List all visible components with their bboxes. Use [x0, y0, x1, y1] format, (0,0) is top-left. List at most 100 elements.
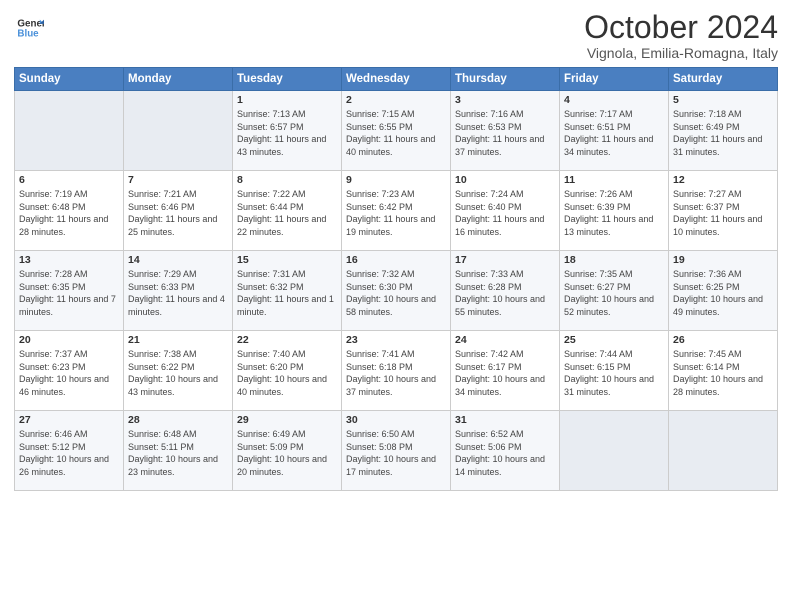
calendar-row-2: 6 Sunrise: 7:19 AM Sunset: 6:48 PM Daylig…: [15, 171, 778, 251]
calendar-cell: 19Sunrise: 7:36 AM Sunset: 6:25 PM Dayli…: [669, 251, 778, 331]
calendar-cell: 4Sunrise: 7:17 AM Sunset: 6:51 PM Daylig…: [560, 91, 669, 171]
calendar-cell: 18 Sunrise: 7:35 AM Sunset: 6:27 PM Dayli…: [560, 251, 669, 331]
calendar-cell: 28 Sunrise: 6:48 AM Sunset: 5:11 PM Dayli…: [124, 411, 233, 491]
day-number: 23: [346, 334, 446, 346]
day-number: 22: [237, 334, 337, 346]
day-number: 11: [564, 174, 664, 186]
day-number: 16: [346, 254, 446, 266]
calendar-cell: 20 Sunrise: 7:37 AM Sunset: 6:23 PM Dayli…: [15, 331, 124, 411]
day-info: Sunrise: 7:44 AM Sunset: 6:15 PM Dayligh…: [564, 348, 664, 398]
day-number: 7: [128, 174, 228, 186]
month-title: October 2024: [584, 10, 778, 45]
calendar-cell: 23 Sunrise: 7:41 AM Sunset: 6:18 PM Dayli…: [342, 331, 451, 411]
day-number: 29: [237, 414, 337, 426]
day-number: 13: [19, 254, 119, 266]
calendar-row-1: 1 Sunrise: 7:13 AM Sunset: 6:57 PM Daylig…: [15, 91, 778, 171]
day-info: Sunrise: 7:42 AM Sunset: 6:17 PM Dayligh…: [455, 348, 555, 398]
day-info: Sunrise: 7:26 AM Sunset: 6:39 PM Dayligh…: [564, 188, 664, 238]
day-info: Sunrise: 6:48 AM Sunset: 5:11 PM Dayligh…: [128, 428, 228, 478]
header-sunday: Sunday: [15, 68, 124, 91]
calendar-cell: 27 Sunrise: 6:46 AM Sunset: 5:12 PM Dayli…: [15, 411, 124, 491]
day-info: Sunrise: 7:33 AM Sunset: 6:28 PM Dayligh…: [455, 268, 555, 318]
title-block: October 2024 Vignola, Emilia-Romagna, It…: [584, 10, 778, 61]
calendar-cell: 16 Sunrise: 7:32 AM Sunset: 6:30 PM Dayli…: [342, 251, 451, 331]
calendar-cell: 26 Sunrise: 7:45 AM Sunset: 6:14 PM Dayli…: [669, 331, 778, 411]
day-info: Sunrise: 7:18 AM Sunset: 6:49 PM Dayligh…: [673, 108, 773, 158]
day-number: 1: [237, 94, 337, 106]
calendar-cell: 15 Sunrise: 7:31 AM Sunset: 6:32 PM Dayli…: [233, 251, 342, 331]
calendar-cell: 13 Sunrise: 7:28 AM Sunset: 6:35 PM Dayli…: [15, 251, 124, 331]
header-thursday: Thursday: [451, 68, 560, 91]
day-info: Sunrise: 7:40 AM Sunset: 6:20 PM Dayligh…: [237, 348, 337, 398]
day-info: Sunrise: 7:16 AM Sunset: 6:53 PM Dayligh…: [455, 108, 555, 158]
day-info: Sunrise: 6:52 AM Sunset: 5:06 PM Dayligh…: [455, 428, 555, 478]
header-tuesday: Tuesday: [233, 68, 342, 91]
day-number: 17: [455, 254, 555, 266]
location: Vignola, Emilia-Romagna, Italy: [584, 45, 778, 61]
day-number: 15: [237, 254, 337, 266]
calendar-cell: 2 Sunrise: 7:15 AM Sunset: 6:55 PM Daylig…: [342, 91, 451, 171]
day-info: Sunrise: 7:24 AM Sunset: 6:40 PM Dayligh…: [455, 188, 555, 238]
calendar-cell: [15, 91, 124, 171]
calendar-row-3: 13 Sunrise: 7:28 AM Sunset: 6:35 PM Dayli…: [15, 251, 778, 331]
day-number: 20: [19, 334, 119, 346]
day-number: 8: [237, 174, 337, 186]
day-info: Sunrise: 7:37 AM Sunset: 6:23 PM Dayligh…: [19, 348, 119, 398]
day-info: Sunrise: 7:13 AM Sunset: 6:57 PM Dayligh…: [237, 108, 337, 158]
calendar-cell: 25 Sunrise: 7:44 AM Sunset: 6:15 PM Dayli…: [560, 331, 669, 411]
day-number: 26: [673, 334, 773, 346]
day-info: Sunrise: 7:23 AM Sunset: 6:42 PM Dayligh…: [346, 188, 446, 238]
calendar-cell: 6 Sunrise: 7:19 AM Sunset: 6:48 PM Daylig…: [15, 171, 124, 251]
header: General Blue October 2024 Vignola, Emili…: [14, 10, 778, 61]
calendar-cell: 22 Sunrise: 7:40 AM Sunset: 6:20 PM Dayli…: [233, 331, 342, 411]
day-info: Sunrise: 6:49 AM Sunset: 5:09 PM Dayligh…: [237, 428, 337, 478]
day-info: Sunrise: 7:19 AM Sunset: 6:48 PM Dayligh…: [19, 188, 119, 238]
calendar-cell: 29 Sunrise: 6:49 AM Sunset: 5:09 PM Dayli…: [233, 411, 342, 491]
day-info: Sunrise: 6:50 AM Sunset: 5:08 PM Dayligh…: [346, 428, 446, 478]
day-number: 28: [128, 414, 228, 426]
logo: General Blue: [14, 14, 44, 42]
day-number: 6: [19, 174, 119, 186]
header-saturday: Saturday: [669, 68, 778, 91]
day-number: 12: [673, 174, 773, 186]
day-number: 25: [564, 334, 664, 346]
calendar-cell: 9 Sunrise: 7:23 AM Sunset: 6:42 PM Daylig…: [342, 171, 451, 251]
day-info: Sunrise: 7:15 AM Sunset: 6:55 PM Dayligh…: [346, 108, 446, 158]
calendar-row-5: 27 Sunrise: 6:46 AM Sunset: 5:12 PM Dayli…: [15, 411, 778, 491]
calendar-table: Sunday Monday Tuesday Wednesday Thursday…: [14, 67, 778, 491]
day-info: Sunrise: 7:41 AM Sunset: 6:18 PM Dayligh…: [346, 348, 446, 398]
calendar-cell: 17 Sunrise: 7:33 AM Sunset: 6:28 PM Dayli…: [451, 251, 560, 331]
day-info: Sunrise: 6:46 AM Sunset: 5:12 PM Dayligh…: [19, 428, 119, 478]
day-number: 9: [346, 174, 446, 186]
day-number: 2: [346, 94, 446, 106]
calendar-cell: 3Sunrise: 7:16 AM Sunset: 6:53 PM Daylig…: [451, 91, 560, 171]
day-number: 27: [19, 414, 119, 426]
day-info: Sunrise: 7:35 AM Sunset: 6:27 PM Dayligh…: [564, 268, 664, 318]
header-friday: Friday: [560, 68, 669, 91]
calendar-cell: 8 Sunrise: 7:22 AM Sunset: 6:44 PM Daylig…: [233, 171, 342, 251]
day-info: Sunrise: 7:32 AM Sunset: 6:30 PM Dayligh…: [346, 268, 446, 318]
day-info: Sunrise: 7:31 AM Sunset: 6:32 PM Dayligh…: [237, 268, 337, 318]
day-number: 19: [673, 254, 773, 266]
day-info: Sunrise: 7:38 AM Sunset: 6:22 PM Dayligh…: [128, 348, 228, 398]
day-number: 18: [564, 254, 664, 266]
day-info: Sunrise: 7:22 AM Sunset: 6:44 PM Dayligh…: [237, 188, 337, 238]
day-info: Sunrise: 7:27 AM Sunset: 6:37 PM Dayligh…: [673, 188, 773, 238]
calendar-cell: 5 Sunrise: 7:18 AM Sunset: 6:49 PM Daylig…: [669, 91, 778, 171]
day-number: 24: [455, 334, 555, 346]
day-info: Sunrise: 7:28 AM Sunset: 6:35 PM Dayligh…: [19, 268, 119, 318]
header-wednesday: Wednesday: [342, 68, 451, 91]
day-info: Sunrise: 7:45 AM Sunset: 6:14 PM Dayligh…: [673, 348, 773, 398]
calendar-cell: 14Sunrise: 7:29 AM Sunset: 6:33 PM Dayli…: [124, 251, 233, 331]
day-number: 10: [455, 174, 555, 186]
calendar-cell: 7 Sunrise: 7:21 AM Sunset: 6:46 PM Daylig…: [124, 171, 233, 251]
calendar-cell: [560, 411, 669, 491]
day-number: 30: [346, 414, 446, 426]
day-info: Sunrise: 7:29 AM Sunset: 6:33 PM Dayligh…: [128, 268, 228, 318]
header-monday: Monday: [124, 68, 233, 91]
calendar-cell: 12 Sunrise: 7:27 AM Sunset: 6:37 PM Dayli…: [669, 171, 778, 251]
day-number: 5: [673, 94, 773, 106]
calendar-cell: 24 Sunrise: 7:42 AM Sunset: 6:17 PM Dayli…: [451, 331, 560, 411]
calendar-row-4: 20 Sunrise: 7:37 AM Sunset: 6:23 PM Dayli…: [15, 331, 778, 411]
day-info: Sunrise: 7:21 AM Sunset: 6:46 PM Dayligh…: [128, 188, 228, 238]
